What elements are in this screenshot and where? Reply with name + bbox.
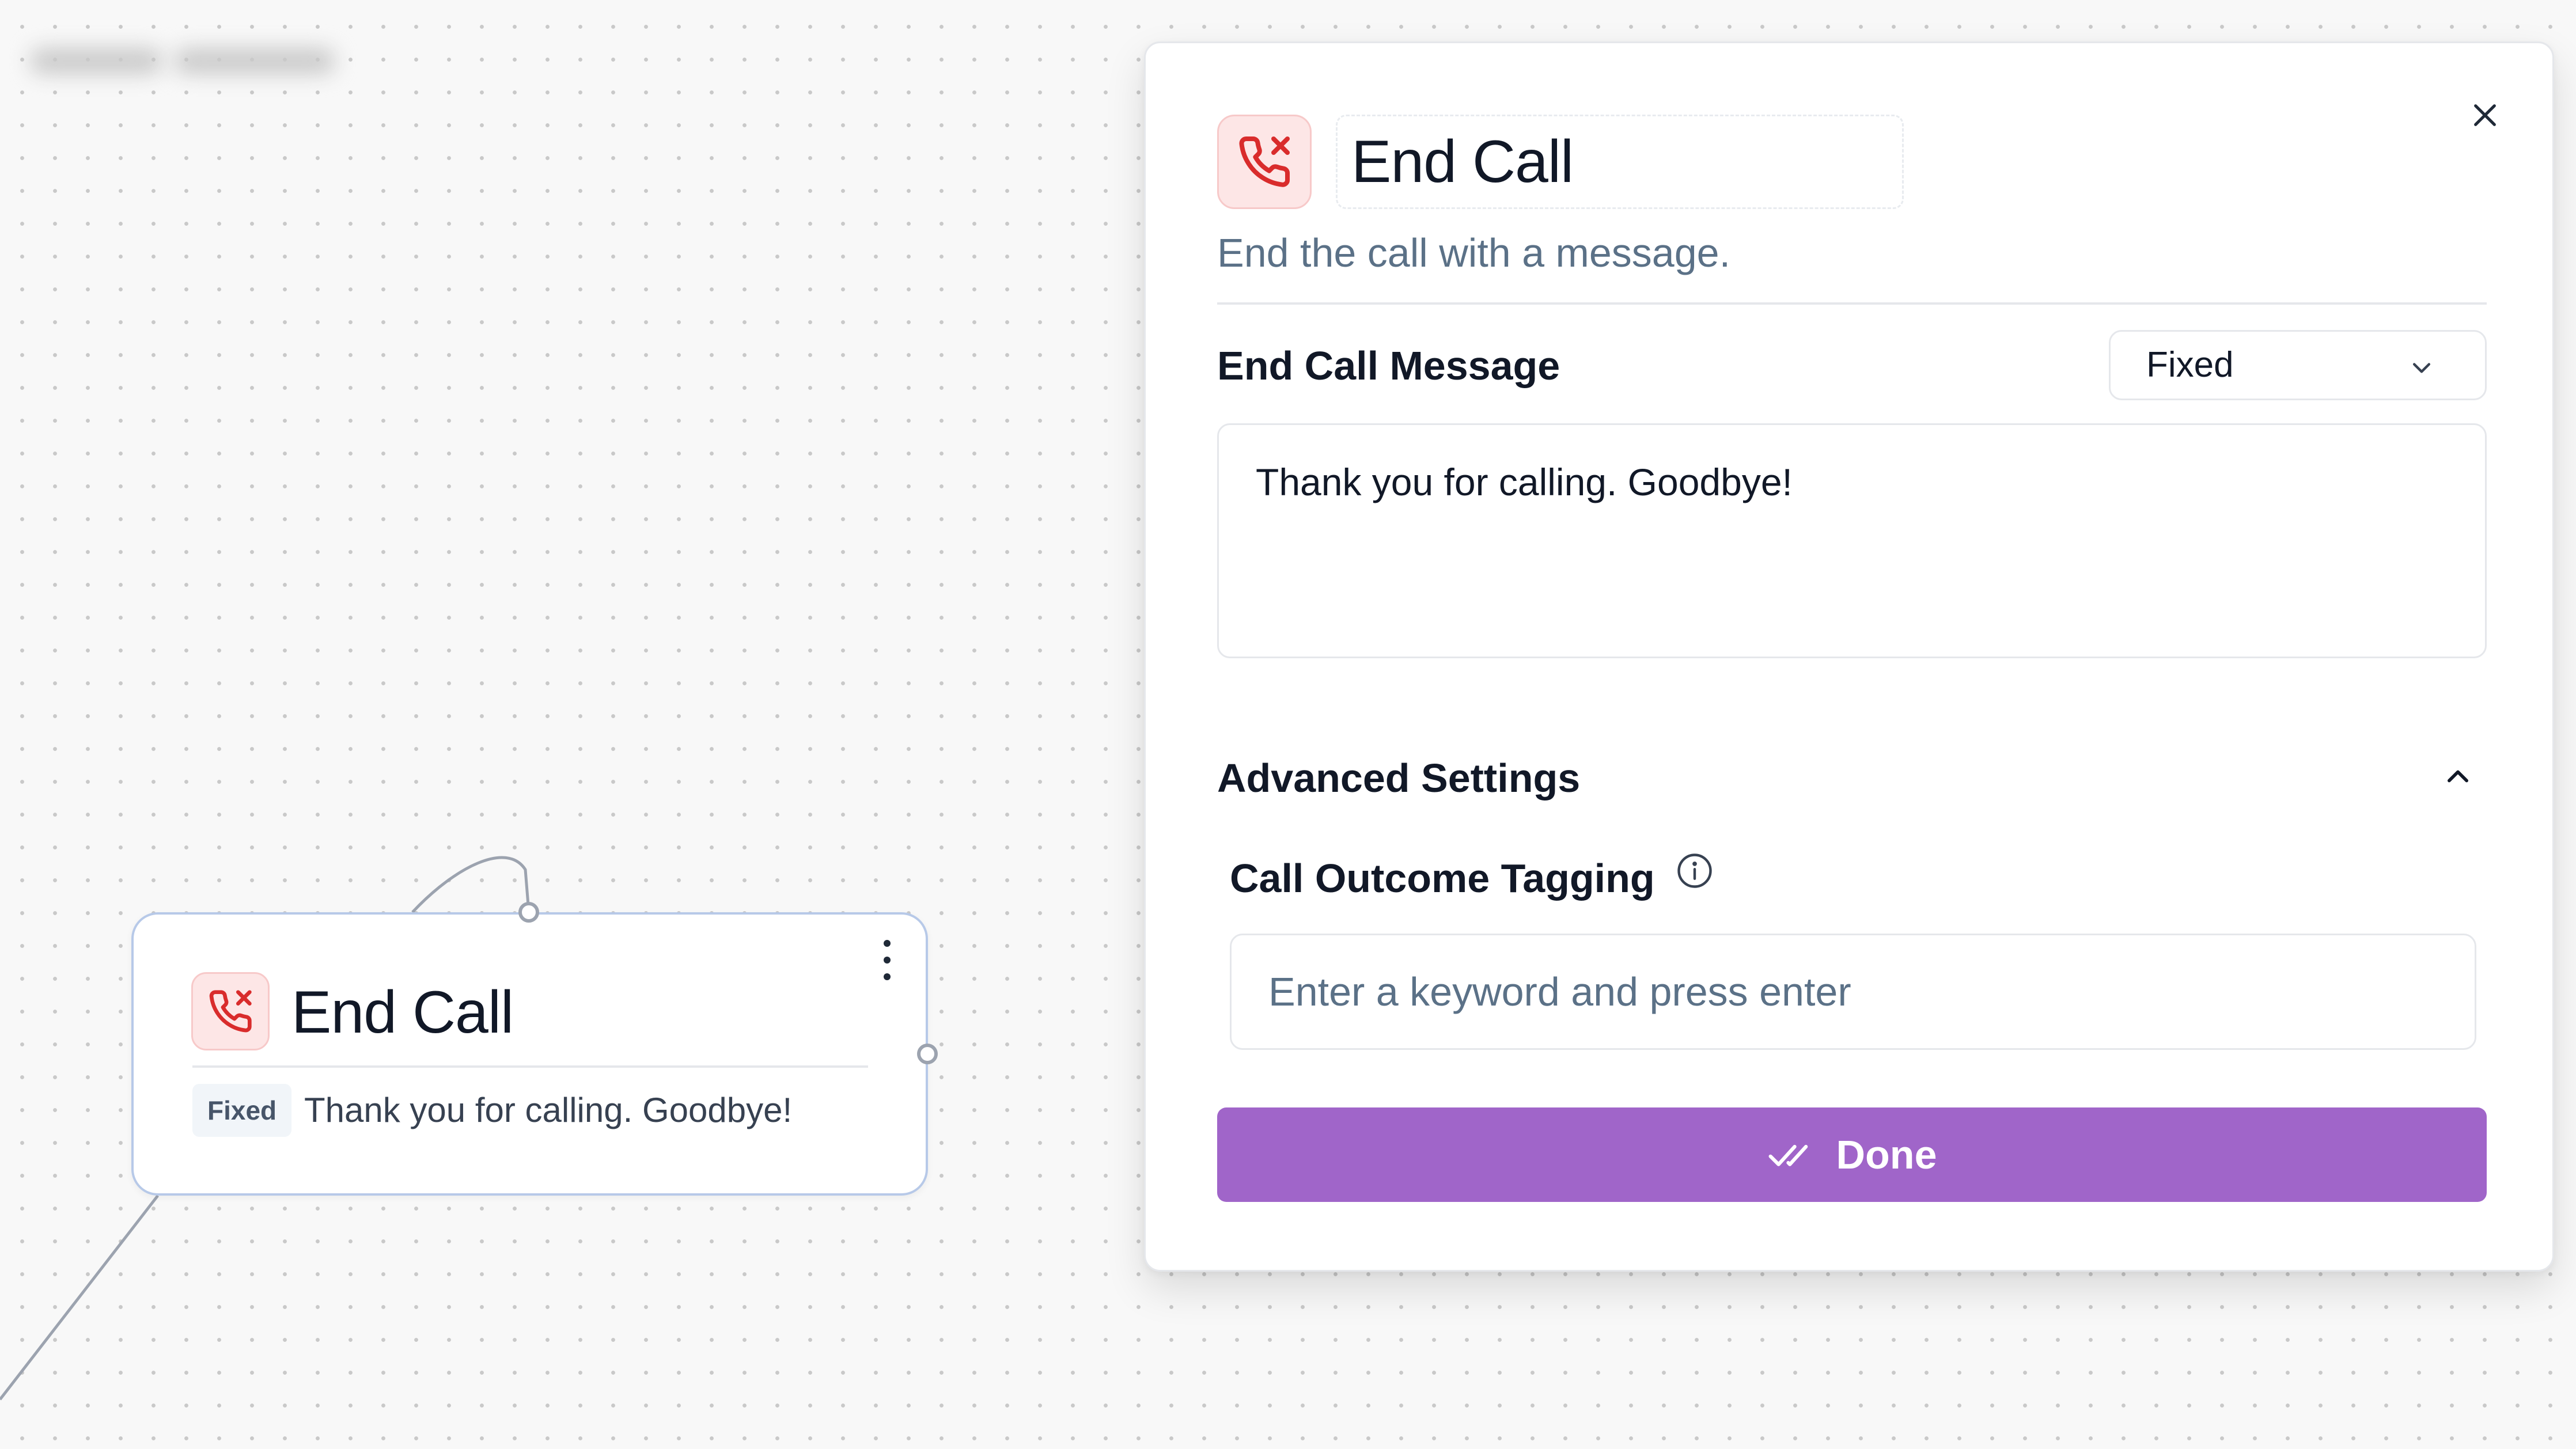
node-mode-badge: Fixed (192, 1084, 292, 1137)
end-call-message-label: End Call Message (1217, 343, 1560, 388)
chevron-down-icon (2412, 363, 2431, 373)
node-message-preview: Thank you for calling. Goodbye! (304, 1091, 793, 1129)
keyword-input[interactable]: Enter a keyword and press enter (1230, 934, 2476, 1050)
node-input-handle[interactable] (518, 902, 539, 923)
close-button[interactable] (2465, 95, 2505, 135)
close-icon (2474, 104, 2496, 126)
message-mode-select[interactable]: Fixed (2109, 330, 2487, 400)
done-button-label: Done (1836, 1132, 1937, 1177)
node-settings-panel: End Call End the call with a message. En… (1144, 41, 2554, 1272)
phone-end-icon (1239, 136, 1290, 187)
call-outcome-tagging-label: Call Outcome Tagging (1230, 856, 1655, 901)
node-output-handle[interactable] (917, 1044, 938, 1064)
phone-end-icon (209, 990, 252, 1033)
outgoing-edge (0, 1194, 159, 1401)
advanced-settings-toggle[interactable]: Advanced Settings (1217, 749, 1580, 807)
done-button[interactable]: Done (1217, 1107, 2487, 1202)
node-title-input[interactable]: End Call (1336, 115, 1904, 209)
node-divider (192, 1065, 868, 1068)
panel-divider (1217, 302, 2487, 305)
end-call-message-textarea[interactable]: Thank you for calling. Goodbye! (1217, 423, 2487, 658)
info-icon[interactable] (1676, 852, 1714, 890)
message-mode-value: Fixed (2146, 345, 2234, 385)
double-check-icon (1768, 1144, 1808, 1166)
node-icon-container (191, 972, 270, 1050)
incoming-edge (411, 856, 531, 913)
panel-subtitle: End the call with a message. (1217, 230, 1731, 275)
more-vertical-icon[interactable] (878, 940, 896, 980)
end-call-node[interactable]: End Call Fixed Thank you for calling. Go… (131, 912, 928, 1196)
node-title: End Call (291, 979, 514, 1046)
panel-icon-container (1217, 115, 1312, 209)
chevron-up-icon[interactable] (2443, 762, 2473, 792)
